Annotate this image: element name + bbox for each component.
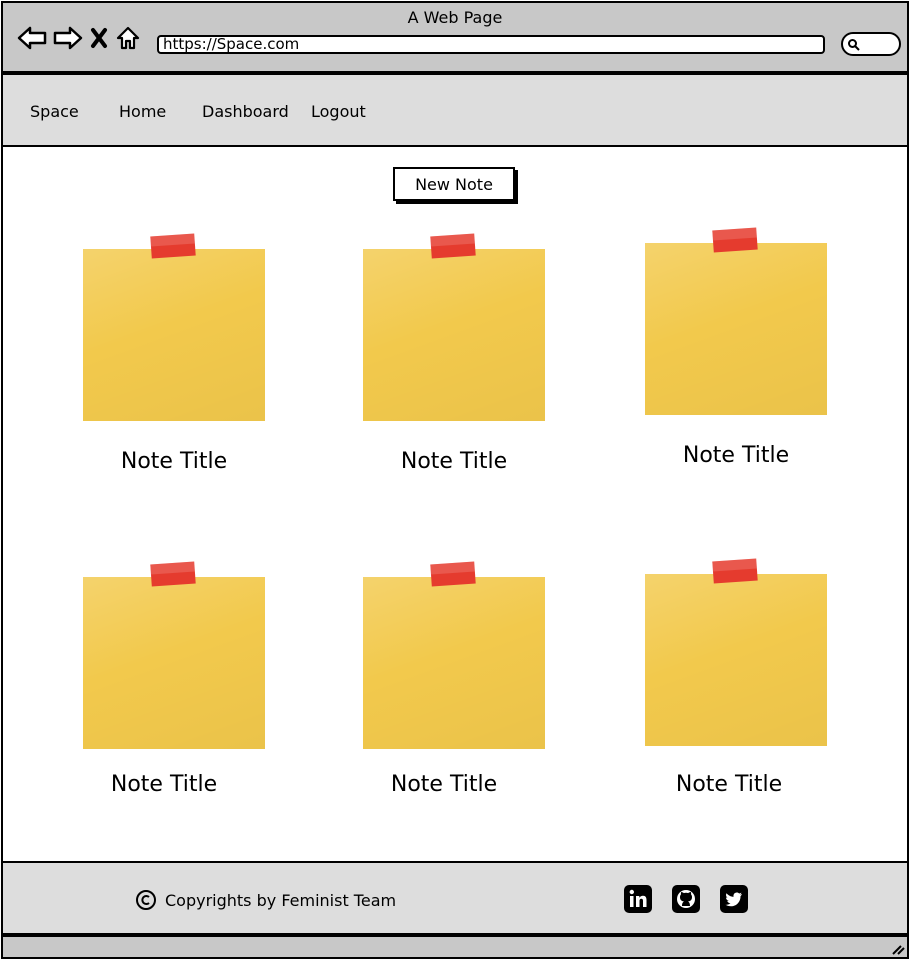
forward-arrow-icon[interactable] <box>53 25 83 51</box>
tape-strip <box>430 561 476 587</box>
home-icon[interactable] <box>115 25 141 51</box>
nav-home-link[interactable]: Home <box>119 102 166 121</box>
site-navbar: Space Home Dashboard Logout <box>1 73 909 147</box>
browser-titlebar: A Web Page https://Space.com <box>1 1 909 73</box>
note-title: Note Title <box>110 772 218 797</box>
close-x-icon[interactable] <box>89 27 109 49</box>
status-bar <box>1 935 909 959</box>
url-input[interactable]: https://Space.com <box>157 35 825 54</box>
note-card[interactable]: Note Title <box>83 233 283 495</box>
main-content: New Note Note Title Note Title Note Titl… <box>1 147 909 861</box>
note-card[interactable]: Note Title <box>645 558 845 820</box>
twitter-icon[interactable] <box>720 885 748 913</box>
github-icon[interactable] <box>672 885 700 913</box>
tape-strip <box>712 227 758 253</box>
resize-grip-icon[interactable] <box>889 942 905 956</box>
sticky-note-image <box>363 249 545 421</box>
tape-strip <box>150 561 196 587</box>
browser-window: A Web Page https://Space.com Space Home … <box>0 0 911 961</box>
copyright-text: Copyrights by Feminist Team <box>165 890 397 910</box>
site-footer: Copyrights by Feminist Team <box>1 861 909 935</box>
note-title: Note Title <box>400 449 508 474</box>
sticky-note-image <box>363 577 545 749</box>
browser-search-input[interactable] <box>841 32 901 56</box>
note-card[interactable]: Note Title <box>645 227 845 489</box>
note-card[interactable]: Note Title <box>363 561 563 823</box>
browser-nav-controls <box>17 25 141 51</box>
search-icon <box>848 39 860 51</box>
tape-strip <box>712 558 758 584</box>
nav-brand-link[interactable]: Space <box>30 102 79 121</box>
tape-strip <box>430 233 476 259</box>
linkedin-icon[interactable] <box>624 885 652 913</box>
note-card[interactable]: Note Title <box>83 561 283 823</box>
note-title: Note Title <box>390 772 498 797</box>
sticky-note-image <box>83 249 265 421</box>
note-title: Note Title <box>682 443 790 468</box>
sticky-note-image <box>645 243 827 415</box>
nav-dashboard-link[interactable]: Dashboard <box>202 102 289 121</box>
note-title: Note Title <box>675 772 783 797</box>
sticky-note-image <box>645 574 827 746</box>
sticky-note-image <box>83 577 265 749</box>
copyright-notice: Copyrights by Feminist Team <box>135 889 396 911</box>
back-arrow-icon[interactable] <box>17 25 47 51</box>
nav-logout-link[interactable]: Logout <box>311 102 366 121</box>
tape-strip <box>150 233 196 259</box>
new-note-button[interactable]: New Note <box>393 167 515 201</box>
copyright-icon <box>136 890 156 910</box>
note-card[interactable]: Note Title <box>363 233 563 495</box>
note-title: Note Title <box>120 449 228 474</box>
